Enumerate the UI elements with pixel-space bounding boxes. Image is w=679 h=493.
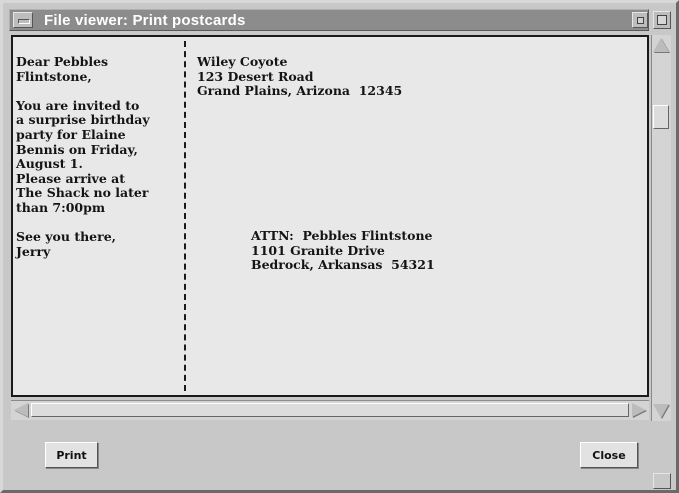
postcard-divider [184, 41, 186, 391]
maximize-icon [657, 15, 667, 25]
maximize-button[interactable] [653, 11, 671, 29]
window-title: File viewer: Print postcards [44, 12, 246, 29]
postcard-message: Dear Pebbles Flintstone, You are invited… [16, 54, 150, 259]
window-menu-button[interactable] [13, 12, 33, 28]
recipient-address: ATTN: Pebbles Flintstone 1101 Granite Dr… [251, 228, 435, 273]
close-button[interactable]: Close [580, 442, 638, 468]
horizontal-scrollbar[interactable] [11, 400, 649, 420]
minimize-button[interactable] [632, 12, 648, 28]
window-menu-icon [18, 19, 30, 24]
minimize-icon [637, 17, 644, 24]
return-address: Wiley Coyote 123 Desert Road Grand Plain… [197, 54, 403, 99]
arrow-left-icon[interactable] [14, 403, 28, 417]
title-bar[interactable]: File viewer: Print postcards [9, 9, 649, 31]
postcard-preview: Dear Pebbles Flintstone, You are invited… [11, 35, 649, 397]
file-viewer-window: File viewer: Print postcards Dear Pebble… [0, 0, 679, 493]
resize-handle[interactable] [653, 473, 671, 489]
arrow-up-icon[interactable] [653, 38, 669, 52]
print-button[interactable]: Print [45, 442, 98, 468]
horizontal-scroll-thumb[interactable] [31, 403, 629, 417]
arrow-down-icon[interactable] [653, 404, 669, 418]
arrow-right-icon[interactable] [632, 403, 646, 417]
postcard: Dear Pebbles Flintstone, You are invited… [13, 37, 647, 395]
vertical-scroll-thumb[interactable] [653, 105, 669, 129]
vertical-scrollbar[interactable] [651, 35, 671, 421]
